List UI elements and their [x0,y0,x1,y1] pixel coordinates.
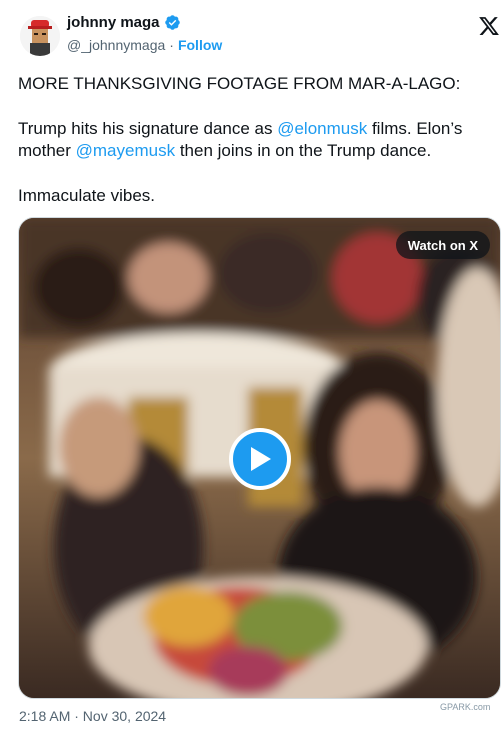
video-player[interactable]: Watch on X [18,217,501,699]
verified-icon [164,15,180,30]
play-button[interactable] [229,428,291,490]
x-logo-icon[interactable] [478,15,500,37]
tweet-line-3: Immaculate vibes. [18,185,155,205]
tweet-line-1: MORE THANKSGIVING FOOTAGE FROM MAR-A-LAG… [18,74,461,93]
play-icon [251,447,271,471]
display-name[interactable]: johnny maga [67,14,160,31]
watch-on-x-button[interactable]: Watch on X [395,231,490,259]
handle[interactable]: @_johnnymaga [67,37,165,53]
tweet-text: MORE THANKSGIVING FOOTAGE FROM MAR-A-LAG… [18,73,498,229]
tweet-header: johnny maga @_johnnymaga · Follow [0,0,503,62]
mention-elonmusk[interactable]: @elonmusk [277,119,367,138]
handle-row: @_johnnymaga · Follow [67,37,222,53]
timestamp[interactable]: 2:18 AM · Nov 30, 2024 [19,708,166,724]
watermark: GPARK.com [440,702,491,712]
tweet-text-segment: Trump hits his signature dance as [18,118,278,138]
follow-button[interactable]: Follow [178,37,222,53]
tweet-text-segment: then joins in on the Trump dance. [175,141,432,160]
mention-mayemusk[interactable]: @mayemusk [76,141,175,160]
avatar[interactable] [20,16,60,56]
separator: · [169,37,174,53]
tweet-paragraph-2: Trump hits his signature dance as @elonm… [18,118,498,163]
